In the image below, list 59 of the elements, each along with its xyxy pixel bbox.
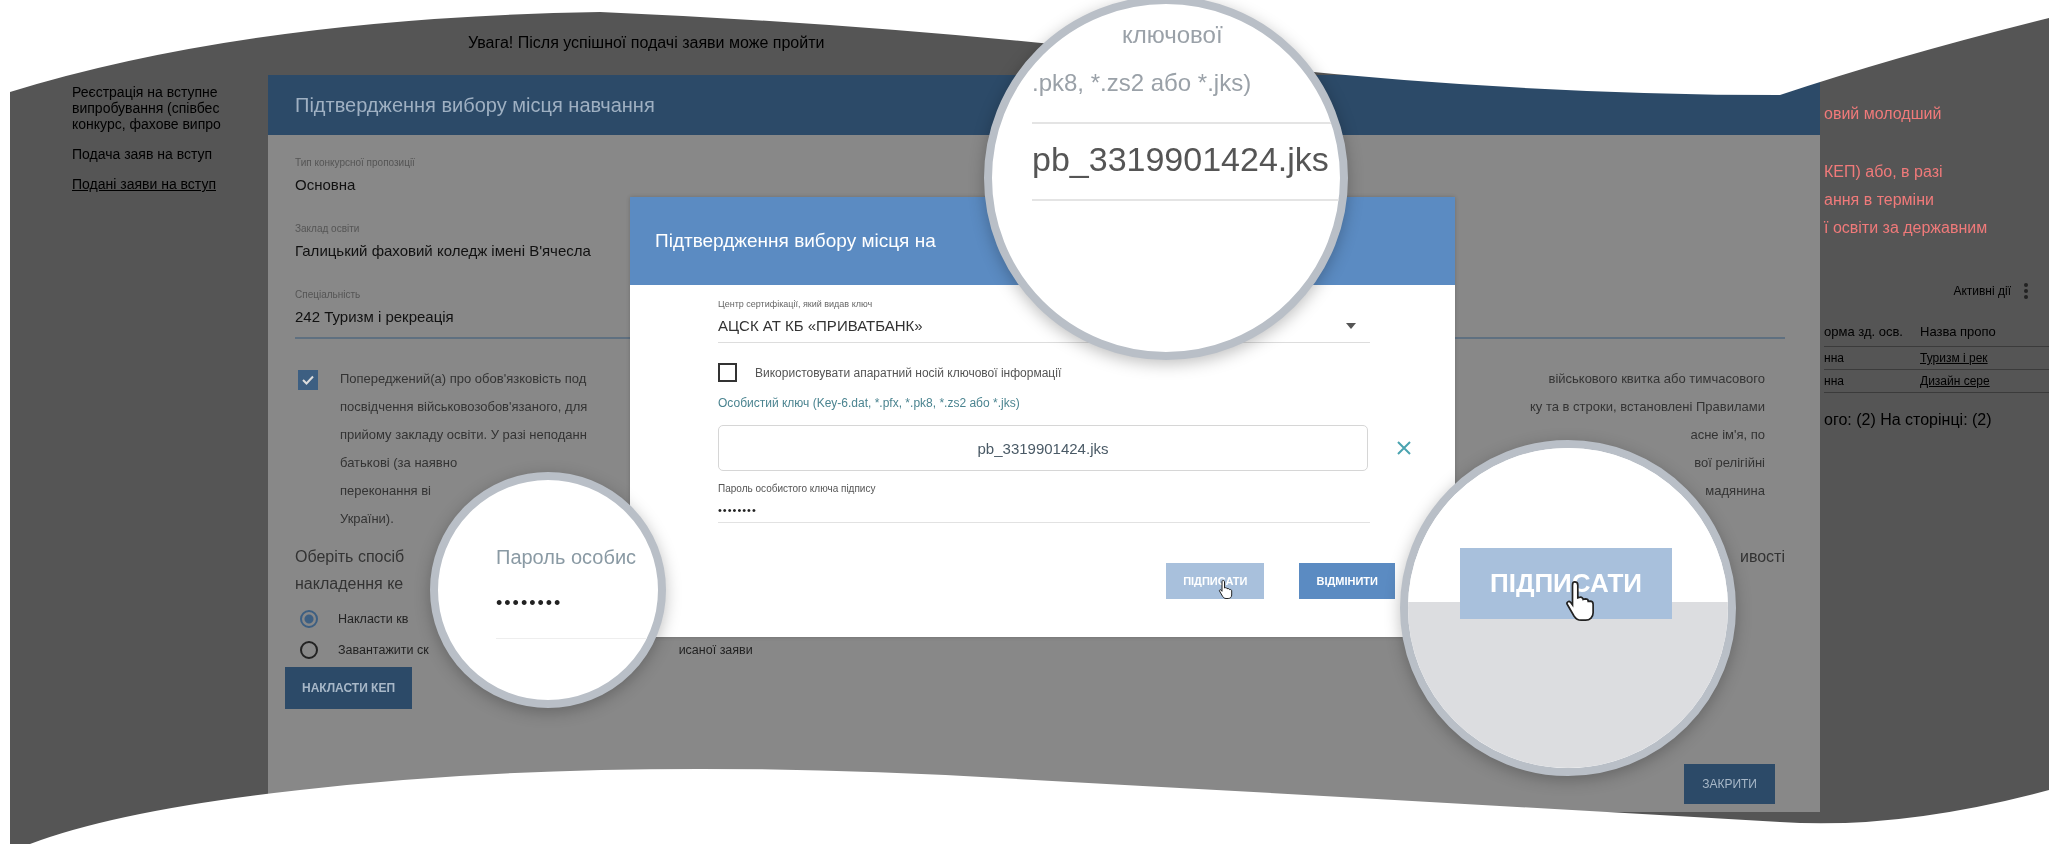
agreement-text: вої релігійні — [1694, 454, 1765, 472]
agreement-text: Попереджений(а) про обов'язковість под — [340, 370, 587, 388]
field-value: 242 Туризм і рекреація — [295, 308, 455, 325]
agreement-text: батькові (за наявно — [340, 454, 458, 472]
magnified-text: ключової — [1121, 20, 1224, 50]
magnified-file-name: pb_3319901424.jks — [1032, 124, 1340, 201]
table-cell-text: нна — [1824, 350, 1845, 367]
magnified-password: •••••••• — [496, 593, 658, 639]
dialog-title: Підтвердження вибору місця на — [655, 230, 936, 252]
warning-text: КЕП) або, в разі — [1824, 162, 1944, 182]
sidebar-text: Подача заяв на вступ — [72, 146, 214, 162]
dialog-title: Підтвердження вибору місця навчання — [295, 93, 655, 117]
agreement-text: прийому закладу освіти. У разі неподанн — [340, 426, 587, 444]
clear-icon[interactable] — [1396, 440, 1412, 456]
checkbox[interactable] — [298, 370, 318, 390]
pagination-text: ого: (2) На сторінці: (2) — [1824, 411, 1993, 429]
caret-icon — [1346, 322, 1356, 329]
warning-text: овий молодший — [1824, 104, 1943, 124]
sidebar-text: Реєстрація на вступне — [72, 84, 219, 100]
agreement-text: військового квитка або тимчасового — [1548, 370, 1765, 388]
method-text: Оберіть спосіб — [295, 547, 405, 567]
agreement-text: переконання ві — [340, 482, 431, 500]
field-label: Особистий ключ (Key-6.dat, *.pfx, *.pk8, *.zs2 або *.jks) — [718, 396, 1021, 410]
warning-text: ї освіти за державним — [1824, 218, 1989, 238]
close-button[interactable]: ЗАКРИТИ — [1684, 764, 1775, 804]
option-label: исаної заяви — [678, 643, 753, 657]
dialog-button[interactable]: ВІДМІНИТИ — [1299, 563, 1395, 599]
file-field[interactable]: pb_3319901424.jks — [718, 425, 1368, 471]
sidebar-link[interactable]: Подані заяви на вступ — [72, 176, 268, 192]
actions-label: Активні дії — [1953, 284, 2011, 298]
magnified-text: .pk8, *.zs2 або *.jks) — [1032, 68, 1340, 124]
column-header: Назва пропо — [1920, 323, 1997, 341]
sidebar-text: випробування (співбес — [72, 100, 221, 116]
warning-text: ання в терміни — [1824, 190, 1935, 210]
radio-button[interactable] — [300, 610, 318, 628]
table-cell[interactable]: Дизайн сере — [1920, 370, 2049, 392]
sidebar-text: конкурс, фахове випро — [72, 116, 222, 132]
notice-text: Увага! Після успішної подачі заяви може пройти — [468, 34, 825, 51]
check-icon — [301, 373, 315, 387]
checkbox[interactable] — [718, 363, 737, 382]
checkbox-label: Використовувати апаратний носій ключової інформації — [755, 365, 1062, 380]
method-text: ивості — [1739, 547, 1785, 567]
password-field[interactable]: Пароль особистого ключа підпису •••••••• — [718, 483, 1370, 523]
agreement-text: України). — [340, 510, 394, 528]
agreement-text: асне ім'я, по — [1690, 426, 1765, 444]
radio-button[interactable] — [300, 641, 318, 659]
agreement-text: ку та в строки, встановлені Правилами — [1530, 398, 1765, 416]
agreement-text: мадянина — [1705, 482, 1765, 500]
magnified-text: Пароль особис — [496, 546, 638, 569]
agreement-text: посвідчення військовозобов'язаного, для — [340, 398, 588, 416]
table-cell[interactable]: Туризм і рек — [1920, 347, 2049, 369]
table-cell-text: нна — [1824, 373, 1845, 390]
option-label: Накласти кв — [338, 612, 409, 626]
field-value: Основна — [295, 176, 357, 193]
column-header: орма зд. осв. — [1824, 323, 1904, 341]
magnified-sign-button: ПІДПИСАТИ — [1460, 548, 1672, 619]
method-text: накладення ке — [295, 574, 404, 594]
apply-signature-button[interactable]: НАКЛАСТИ КЕП — [285, 667, 413, 709]
option-label: Завантажити ск — [338, 643, 429, 657]
